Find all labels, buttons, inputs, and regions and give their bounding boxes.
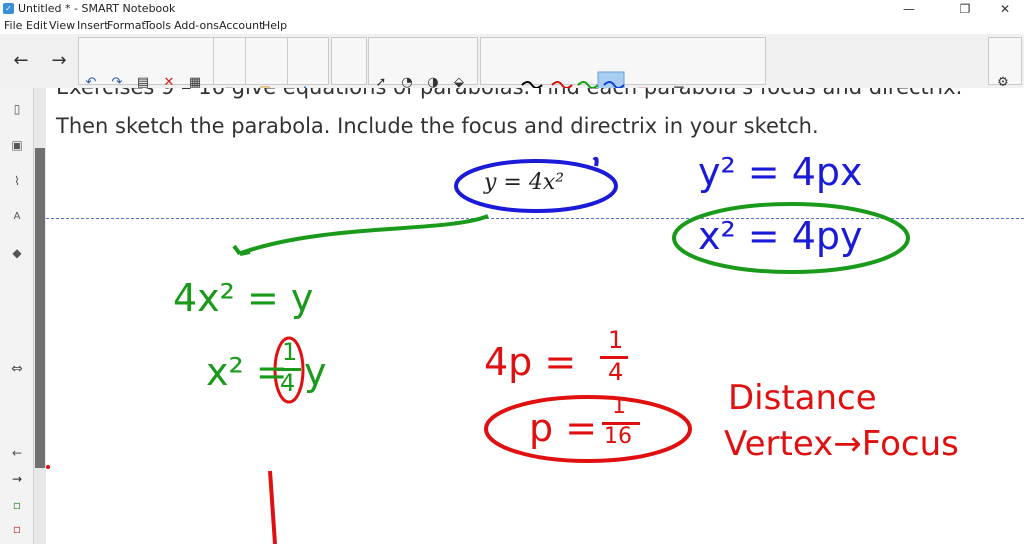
toolbar: ← → ↶ ↷ ▤ ✕ ▦ ▫ ▫ ▣ ▭ A⁞ ▢ ☑ ✱ ◆ ➚ ◔ ◑ ⬙… <box>0 34 1024 118</box>
typed-equation: y = 4x² <box>484 170 565 195</box>
menu-edit[interactable]: Edit <box>26 19 47 32</box>
distance-note: Distance <box>728 378 877 418</box>
step2-numerator: 1 <box>282 338 298 366</box>
move-sidebar-icon[interactable]: ⇔ <box>8 360 26 378</box>
properties-icon[interactable]: A <box>8 208 26 226</box>
p-equation-left: 4p = <box>484 340 577 384</box>
attachments-icon[interactable]: ⌇ <box>8 172 26 190</box>
display-group <box>213 37 247 85</box>
p-value-numerator: 1 <box>612 394 626 419</box>
p-equation-denominator: 4 <box>608 358 624 386</box>
p-value-left: p = <box>529 406 598 450</box>
menu-file[interactable]: File <box>4 19 22 32</box>
step2-right: y <box>304 350 327 394</box>
sidebar-delete-page-icon[interactable]: ▫ <box>8 520 26 538</box>
back-arrow-icon[interactable]: ← <box>12 52 30 70</box>
sidebar-add-page-icon[interactable]: ▫ <box>8 496 26 514</box>
response-group <box>331 37 367 85</box>
addons-tab-icon[interactable]: ◆ <box>8 244 26 262</box>
p-value-denominator: 16 <box>604 424 632 449</box>
addons-group <box>287 37 329 85</box>
menu-addons[interactable]: Add-ons <box>174 19 219 32</box>
title-bar: ✓ Untitled * - SMART Notebook — ❐ ✕ <box>0 0 1024 18</box>
menu-format[interactable]: Format <box>107 19 146 32</box>
scrollbar-thumb[interactable] <box>35 148 45 468</box>
p-equation-numerator: 1 <box>608 326 624 354</box>
red-vertical-line <box>268 470 277 544</box>
menu-view[interactable]: View <box>49 19 75 32</box>
gallery-icon[interactable]: ▣ <box>8 136 26 154</box>
menu-help[interactable]: Help <box>262 19 287 32</box>
minimize-button[interactable]: — <box>886 0 932 18</box>
red-dot <box>46 465 50 469</box>
menu-tools[interactable]: Tools <box>144 19 171 32</box>
blue-tick <box>592 156 599 167</box>
step2-denominator: 4 <box>280 369 296 397</box>
step1-equation: 4x² = y <box>173 276 314 320</box>
forward-arrow-icon[interactable]: → <box>50 52 68 70</box>
menu-insert[interactable]: Insert <box>77 19 109 32</box>
notebook-page[interactable]: Exercises 9 – 16 give equations of parab… <box>46 88 1024 544</box>
step2-left: x² = <box>206 350 288 394</box>
activity-group <box>245 37 289 85</box>
vertex-focus-note: Vertex→Focus <box>724 424 959 464</box>
menu-bar: File Edit View Insert Format Tools Add-o… <box>0 18 1024 34</box>
previous-page-icon[interactable]: ← <box>8 444 26 462</box>
window-title: Untitled * - SMART Notebook <box>18 2 176 15</box>
standard-form-1: y² = 4px <box>698 150 863 194</box>
close-button[interactable]: ✕ <box>982 0 1024 18</box>
green-arrow-curve <box>240 214 489 255</box>
page-sorter-icon[interactable]: ▯ <box>8 100 26 118</box>
side-tabs: ▯ ▣ ⌇ A ◆ ⇔ ← → ▫ ▫ <box>0 88 34 544</box>
app-icon: ✓ <box>3 3 14 14</box>
vertical-scrollbar[interactable] <box>34 88 46 544</box>
menu-account[interactable]: Account <box>219 19 263 32</box>
standard-form-2: x² = 4py <box>698 214 863 258</box>
next-page-icon[interactable]: → <box>8 470 26 488</box>
